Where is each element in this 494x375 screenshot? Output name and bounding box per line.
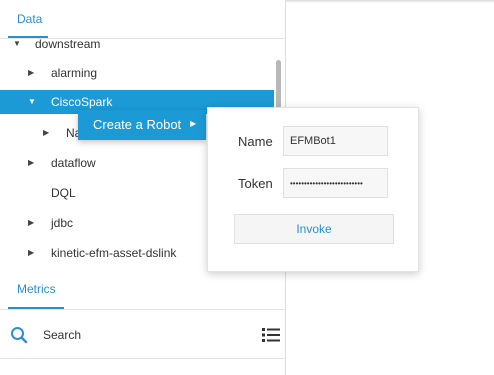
token-field[interactable] — [283, 168, 388, 198]
metrics-search-row[interactable]: Search — [0, 310, 286, 358]
search-icon[interactable] — [10, 326, 28, 344]
context-menu-label[interactable]: Create a Robot — [93, 117, 181, 132]
context-menu-create-robot[interactable]: Create a Robot ▶ — [78, 110, 206, 140]
divider — [0, 358, 286, 359]
tree-item-label: alarming — [51, 66, 98, 80]
chevron-right-icon[interactable]: ▶ — [28, 211, 34, 235]
tab-data[interactable]: Data — [17, 12, 42, 26]
tree-item-label: downstream — [35, 38, 101, 51]
chevron-right-icon: ▶ — [190, 119, 197, 128]
tree-item-label: DQL — [51, 186, 76, 200]
chevron-right-icon[interactable]: ▶ — [28, 151, 34, 175]
search-label[interactable]: Search — [43, 328, 81, 342]
list-icon[interactable] — [262, 327, 280, 343]
tree-item-label: jdbc — [51, 216, 74, 230]
name-field[interactable] — [283, 126, 388, 156]
token-label: Token — [238, 176, 273, 191]
create-robot-dialog: Name Token Invoke — [207, 107, 419, 272]
chevron-down-icon[interactable]: ▼ — [13, 38, 21, 56]
tree-item-downstream[interactable]: ▼ downstream — [0, 38, 274, 56]
tree-item-alarming[interactable]: ▶ alarming — [0, 61, 274, 85]
tab-metrics[interactable]: Metrics — [17, 282, 56, 296]
chevron-down-icon[interactable]: ▼ — [28, 90, 36, 114]
tree-item-label: kinetic-efm-asset-dslink — [51, 246, 177, 260]
chevron-right-icon[interactable]: ▶ — [43, 121, 49, 145]
invoke-button[interactable]: Invoke — [234, 214, 394, 244]
name-label: Name — [238, 134, 273, 149]
chevron-right-icon[interactable]: ▶ — [28, 61, 34, 85]
chevron-right-icon[interactable]: ▶ — [28, 241, 34, 265]
tree-item-label: dataflow — [51, 156, 96, 170]
